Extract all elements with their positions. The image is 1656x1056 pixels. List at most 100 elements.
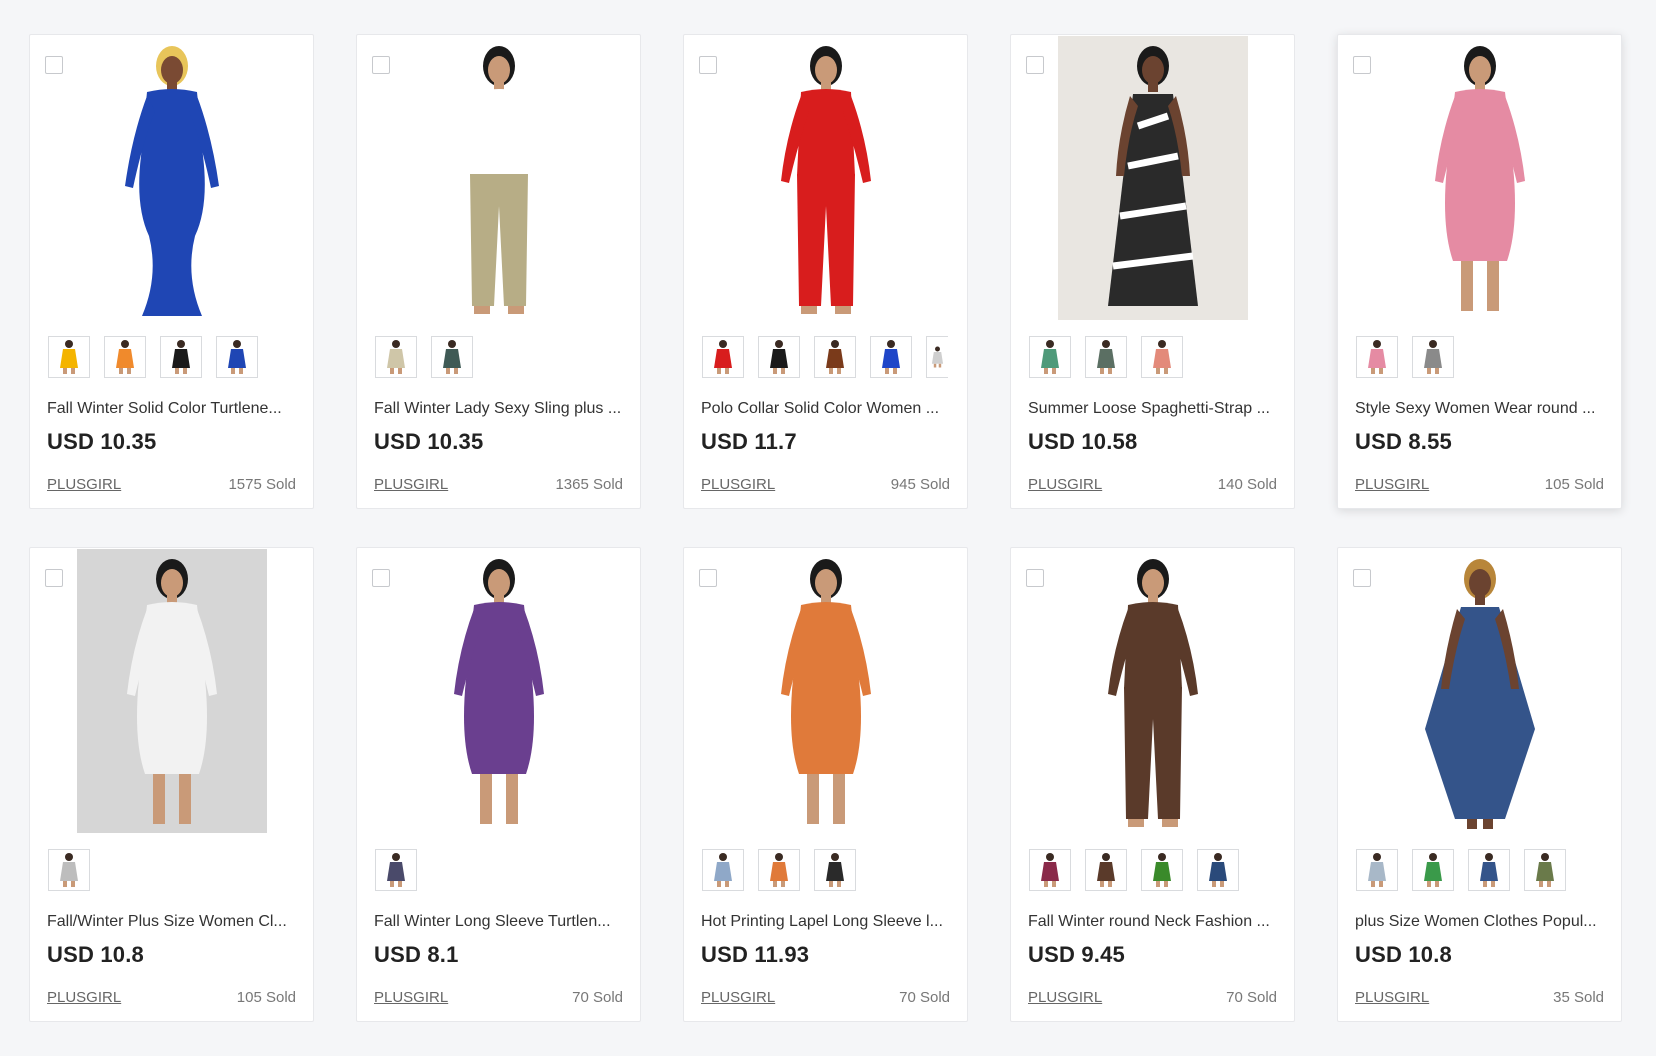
- product-image-area[interactable]: [1338, 35, 1621, 325]
- product-image-area[interactable]: [1011, 35, 1294, 325]
- product-image[interactable]: [1058, 549, 1248, 833]
- color-swatch[interactable]: [1029, 336, 1071, 378]
- product-title[interactable]: Fall Winter Long Sleeve Turtlen...: [374, 913, 626, 931]
- select-checkbox[interactable]: [1353, 569, 1371, 587]
- color-swatches: [1029, 849, 1239, 891]
- store-link[interactable]: PLUSGIRL: [374, 476, 448, 493]
- product-card[interactable]: Fall Winter Lady Sexy Sling plus ... USD…: [356, 34, 641, 509]
- color-swatch[interactable]: [814, 336, 856, 378]
- product-image-area[interactable]: [357, 548, 640, 838]
- color-swatch[interactable]: [375, 336, 417, 378]
- store-link[interactable]: PLUSGIRL: [701, 476, 775, 493]
- product-title[interactable]: Fall Winter round Neck Fashion ...: [1028, 913, 1280, 931]
- product-card[interactable]: Fall Winter Solid Color Turtlene... USD …: [29, 34, 314, 509]
- product-image-area[interactable]: [684, 548, 967, 838]
- product-image-area[interactable]: [30, 548, 313, 838]
- color-swatch[interactable]: [160, 336, 202, 378]
- sold-count: 105 Sold: [1544, 476, 1604, 493]
- color-swatches: [375, 849, 417, 891]
- color-swatch[interactable]: [702, 336, 744, 378]
- store-link[interactable]: PLUSGIRL: [47, 476, 121, 493]
- select-checkbox[interactable]: [372, 569, 390, 587]
- sold-count: 140 Sold: [1217, 476, 1277, 493]
- product-title[interactable]: Summer Loose Spaghetti-Strap ...: [1028, 400, 1280, 418]
- color-swatch[interactable]: [375, 849, 417, 891]
- color-swatch[interactable]: [1197, 849, 1239, 891]
- store-link[interactable]: PLUSGIRL: [374, 989, 448, 1006]
- color-swatch[interactable]: [1085, 336, 1127, 378]
- color-swatch[interactable]: [1085, 849, 1127, 891]
- product-title[interactable]: Polo Collar Solid Color Women ...: [701, 400, 953, 418]
- color-swatch[interactable]: [431, 336, 473, 378]
- product-title[interactable]: Fall Winter Solid Color Turtlene...: [47, 400, 299, 418]
- select-checkbox[interactable]: [1353, 56, 1371, 74]
- product-card[interactable]: Fall/Winter Plus Size Women Cl... USD 10…: [29, 547, 314, 1022]
- product-card[interactable]: Fall Winter round Neck Fashion ... USD 9…: [1010, 547, 1295, 1022]
- product-title[interactable]: Hot Printing Lapel Long Sleeve l...: [701, 913, 953, 931]
- product-image[interactable]: [731, 549, 921, 833]
- color-swatch[interactable]: [814, 849, 856, 891]
- product-image[interactable]: [76, 549, 267, 833]
- color-swatch[interactable]: [48, 849, 90, 891]
- select-checkbox[interactable]: [699, 569, 717, 587]
- product-image[interactable]: [1385, 549, 1575, 833]
- color-swatch[interactable]: [758, 336, 800, 378]
- color-swatch[interactable]: [1141, 336, 1183, 378]
- color-swatch[interactable]: [216, 336, 258, 378]
- color-swatch[interactable]: [1029, 849, 1071, 891]
- product-price: USD 8.1: [374, 942, 459, 967]
- color-swatch[interactable]: [758, 849, 800, 891]
- select-checkbox[interactable]: [45, 569, 63, 587]
- color-swatch[interactable]: [1468, 849, 1510, 891]
- product-card[interactable]: Summer Loose Spaghetti-Strap ... USD 10.…: [1010, 34, 1295, 509]
- product-image[interactable]: [1385, 36, 1575, 320]
- product-card[interactable]: Fall Winter Long Sleeve Turtlen... USD 8…: [356, 547, 641, 1022]
- product-title[interactable]: Fall/Winter Plus Size Women Cl...: [47, 913, 299, 931]
- store-link[interactable]: PLUSGIRL: [1028, 476, 1102, 493]
- color-swatch[interactable]: [1356, 336, 1398, 378]
- select-checkbox[interactable]: [45, 56, 63, 74]
- product-image-area[interactable]: [684, 35, 967, 325]
- select-checkbox[interactable]: [1026, 56, 1044, 74]
- product-image[interactable]: [77, 36, 267, 320]
- product-card[interactable]: plus Size Women Clothes Popul... USD 10.…: [1337, 547, 1622, 1022]
- color-swatches: [48, 336, 258, 378]
- product-price: USD 10.35: [374, 429, 484, 454]
- product-price: USD 10.8: [1355, 942, 1452, 967]
- product-title[interactable]: Fall Winter Lady Sexy Sling plus ...: [374, 400, 626, 418]
- store-link[interactable]: PLUSGIRL: [47, 989, 121, 1006]
- store-link[interactable]: PLUSGIRL: [1355, 476, 1429, 493]
- sold-count: 70 Sold: [1226, 989, 1277, 1006]
- product-title[interactable]: plus Size Women Clothes Popul...: [1355, 913, 1607, 931]
- product-title[interactable]: Style Sexy Women Wear round ...: [1355, 400, 1607, 418]
- color-swatch[interactable]: [104, 336, 146, 378]
- color-swatch[interactable]: [1412, 336, 1454, 378]
- product-image-area[interactable]: [30, 35, 313, 325]
- color-swatch[interactable]: [1141, 849, 1183, 891]
- color-swatch[interactable]: [870, 336, 912, 378]
- select-checkbox[interactable]: [1026, 569, 1044, 587]
- product-image-area[interactable]: [357, 35, 640, 325]
- color-swatch[interactable]: [1524, 849, 1566, 891]
- product-image[interactable]: [1057, 36, 1248, 320]
- product-card[interactable]: Style Sexy Women Wear round ... USD 8.55…: [1337, 34, 1622, 509]
- color-swatch[interactable]: [926, 336, 948, 378]
- product-image-area[interactable]: [1011, 548, 1294, 838]
- product-image[interactable]: [731, 36, 921, 320]
- product-card[interactable]: Hot Printing Lapel Long Sleeve l... USD …: [683, 547, 968, 1022]
- color-swatch[interactable]: [1412, 849, 1454, 891]
- product-image[interactable]: [404, 549, 594, 833]
- select-checkbox[interactable]: [372, 56, 390, 74]
- select-checkbox[interactable]: [699, 56, 717, 74]
- product-image[interactable]: [404, 36, 594, 320]
- product-card[interactable]: Polo Collar Solid Color Women ... USD 11…: [683, 34, 968, 509]
- sold-count: 105 Sold: [236, 989, 296, 1006]
- store-link[interactable]: PLUSGIRL: [1028, 989, 1102, 1006]
- store-link[interactable]: PLUSGIRL: [701, 989, 775, 1006]
- store-link[interactable]: PLUSGIRL: [1355, 989, 1429, 1006]
- product-price: USD 11.93: [701, 942, 810, 967]
- color-swatch[interactable]: [1356, 849, 1398, 891]
- color-swatch[interactable]: [48, 336, 90, 378]
- product-image-area[interactable]: [1338, 548, 1621, 838]
- color-swatch[interactable]: [702, 849, 744, 891]
